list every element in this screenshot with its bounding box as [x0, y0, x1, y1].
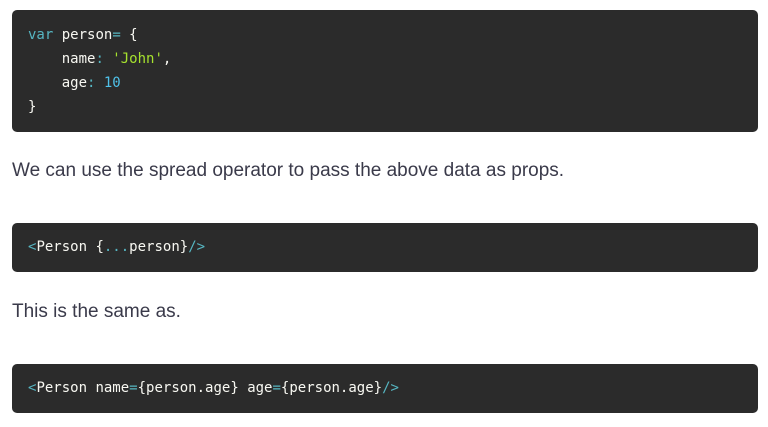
paragraph-same-as: This is the same as.: [12, 301, 181, 322]
code-string-value: 'John': [103, 51, 163, 67]
code-line-4: }: [28, 95, 742, 119]
code-line-1: var person= {: [28, 23, 742, 47]
code-line-2: name: 'John',: [28, 47, 742, 71]
code-comma: ,: [162, 51, 172, 67]
code-key-name: name: [61, 51, 96, 67]
code-tag-name: Person: [36, 239, 88, 255]
code-keyword-var: var: [28, 27, 54, 43]
code-line-jsx-props: <Person name={person.age} age={person.ag…: [28, 376, 742, 400]
code-spread-operator: ...: [103, 239, 130, 255]
code-attr-age: age: [238, 380, 273, 396]
code-attr-equals: =: [272, 380, 281, 396]
code-close-brace: }: [28, 99, 37, 115]
code-block-object: var person= { name: 'John', age: 10 }: [12, 10, 758, 132]
code-variable-name: person: [53, 27, 113, 43]
code-spread-object: person}: [129, 239, 189, 255]
code-brace-open: {: [87, 239, 104, 255]
code-attr-value: {person.age}: [280, 380, 383, 396]
code-line-3: age: 10: [28, 71, 742, 95]
code-tag-close: />: [188, 239, 206, 255]
code-tag-close: />: [382, 380, 399, 396]
code-number-value: 10: [95, 75, 121, 91]
code-attr-equals: =: [129, 380, 138, 396]
code-open-brace: {: [120, 27, 138, 43]
paragraph-spread-operator: We can use the spread operator to pass t…: [12, 160, 565, 181]
code-colon: :: [95, 51, 104, 67]
code-operator-equals: =: [112, 27, 121, 43]
code-key-age: age: [61, 75, 88, 91]
code-attr-value: {person.age}: [137, 380, 239, 396]
code-tag-name: Person: [36, 380, 88, 396]
code-block-explicit-props: <Person name={person.age} age={person.ag…: [12, 364, 758, 413]
code-attr-name: name: [87, 380, 130, 396]
code-block-spread: <Person {...person}/>: [12, 223, 758, 272]
code-line-jsx-spread: <Person {...person}/>: [28, 235, 742, 259]
